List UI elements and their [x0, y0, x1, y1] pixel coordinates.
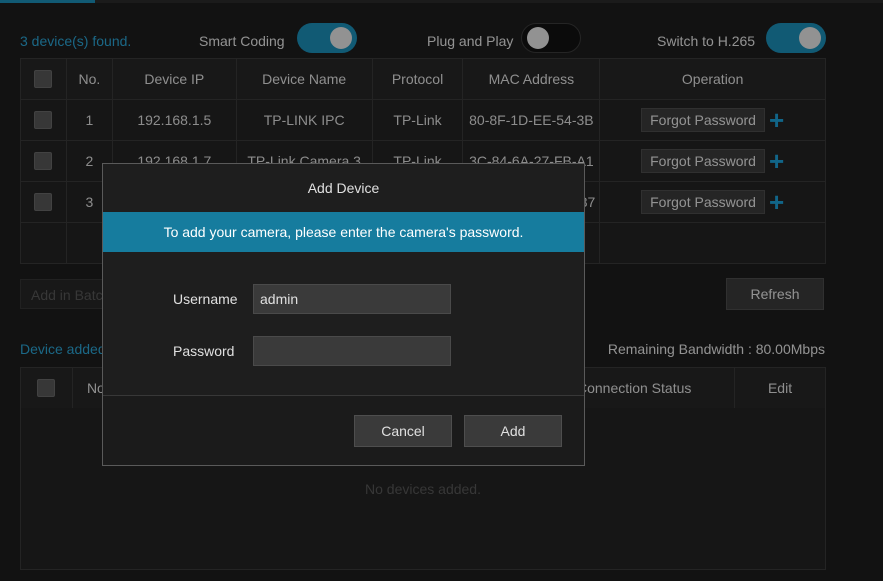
password-input[interactable] — [253, 336, 451, 366]
dialog-title: Add Device — [307, 180, 380, 196]
dialog-instruction-banner: To add your camera, please enter the cam… — [103, 212, 584, 252]
dialog-footer: Cancel Add — [103, 395, 584, 465]
add-device-dialog: Add Device To add your camera, please en… — [102, 163, 585, 466]
cancel-button[interactable]: Cancel — [354, 415, 452, 447]
password-label: Password — [173, 343, 235, 359]
username-label: Username — [173, 291, 238, 307]
add-button[interactable]: Add — [464, 415, 562, 447]
username-input[interactable] — [253, 284, 451, 314]
